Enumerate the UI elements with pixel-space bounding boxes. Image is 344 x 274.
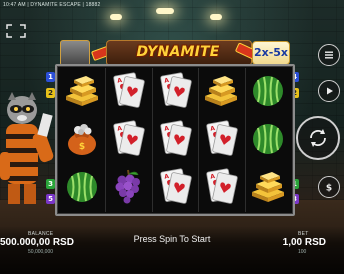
reel-cell: A — [105, 116, 151, 164]
spin-button[interactable] — [296, 116, 340, 160]
reel-cell — [105, 164, 151, 212]
ace-of-hearts-icon: A — [108, 118, 148, 163]
gold-bars-icon — [248, 166, 288, 211]
bet-sub: 100 — [298, 249, 307, 255]
ace-of-hearts-icon: A — [155, 166, 195, 211]
reel-cell: A — [105, 68, 151, 116]
reel-cell: A — [152, 164, 198, 212]
bet-value[interactable]: 1,00 RSD — [283, 237, 326, 248]
payline-marker: 1 — [46, 72, 55, 82]
golden-bag-icon: $ — [62, 118, 102, 163]
reel-cell: A — [152, 68, 198, 116]
grapes-icon — [108, 166, 148, 211]
game-screen: 10:47 AM | DYNAMITE ESCAPE | 18882 DYNAM… — [0, 0, 344, 274]
watermelon-icon — [248, 118, 288, 163]
ace-of-hearts-icon: A — [201, 166, 241, 211]
game-title: DYNAMITE ESCAPE — [136, 44, 220, 80]
spin-arrows-icon — [310, 129, 326, 147]
ceiling-lamp — [110, 14, 122, 20]
reel-cell: A — [152, 116, 198, 164]
ace-of-hearts-icon: A — [108, 70, 148, 115]
gold-bars-icon — [62, 70, 102, 115]
reel-cell — [245, 164, 291, 212]
autoplay-button[interactable] — [318, 80, 340, 102]
reel-cell — [59, 68, 105, 116]
menu-button[interactable] — [318, 44, 340, 66]
reel-cell: $ — [59, 116, 105, 164]
ace-of-hearts-icon: A — [155, 118, 195, 163]
raccoon-character — [0, 92, 58, 204]
game-logo: DYNAMITE ESCAPE 2x-5x — [60, 38, 314, 80]
watermelon-icon — [248, 70, 288, 115]
bet-options-button[interactable]: $ — [318, 176, 340, 198]
reel-grid: $ A A A A A A A — [59, 68, 291, 212]
multiplier-badge: 2x-5x — [252, 41, 290, 65]
reel-cell — [245, 68, 291, 116]
reel-cell — [59, 164, 105, 212]
ceiling-lamp — [156, 8, 174, 14]
ace-of-hearts-icon: A — [155, 70, 195, 115]
fullscreen-icon[interactable] — [6, 24, 26, 38]
gold-bars-icon — [201, 70, 241, 115]
reel-cell — [198, 68, 244, 116]
ceiling-lamp — [210, 14, 222, 20]
menu-icon — [325, 51, 333, 59]
status-bar: 10:47 AM | DYNAMITE ESCAPE | 18882 — [3, 2, 101, 8]
reel-frame: $ A A A A A A A — [55, 64, 295, 216]
play-icon — [327, 87, 333, 95]
reel-cell: A — [198, 164, 244, 212]
balance-sub: 50,000,000 — [28, 249, 54, 255]
svg-text:$: $ — [326, 184, 332, 194]
reel-cell: A — [198, 116, 244, 164]
raccoon-thumbnail — [60, 40, 90, 66]
coin-icon: $ — [326, 184, 332, 194]
watermelon-icon — [62, 166, 102, 211]
svg-text:$: $ — [79, 142, 85, 152]
reel-cell — [245, 116, 291, 164]
ace-of-hearts-icon: A — [201, 118, 241, 163]
